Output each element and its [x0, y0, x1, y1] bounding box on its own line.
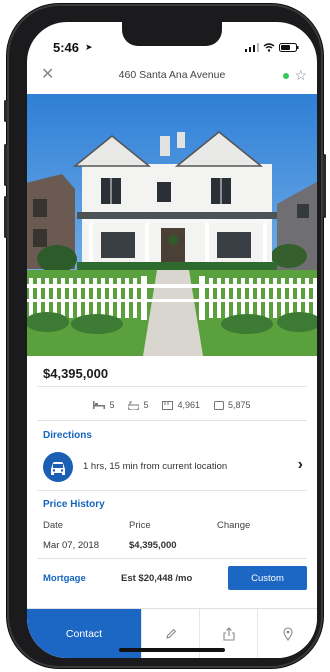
directions-row[interactable]: 1 hrs, 15 min from current location ›: [37, 450, 307, 486]
screen: 5:46 ➤ ✕ 460 Santa Ana Avenue ☆ $4,395,0…: [27, 22, 317, 658]
bath-icon: [128, 401, 140, 410]
directions-text: 1 hrs, 15 min from current location: [83, 461, 228, 472]
listing-price: $4,395,000: [43, 366, 109, 381]
pencil-icon: [165, 628, 176, 639]
wifi-icon: [263, 43, 275, 52]
phone-frame: 5:46 ➤ ✕ 460 Santa Ana Avenue ☆ $4,395,0…: [4, 4, 326, 668]
nav-bar: ✕ 460 Santa Ana Avenue ☆: [27, 62, 317, 92]
home-indicator[interactable]: [119, 648, 225, 652]
history-price: $4,395,000: [129, 540, 177, 551]
volume-up-button: [4, 144, 7, 186]
custom-button[interactable]: Custom: [228, 566, 307, 590]
divider: [37, 490, 307, 491]
history-date: Mar 07, 2018: [43, 540, 99, 551]
notch: [122, 22, 222, 46]
beds-value: 5: [109, 400, 115, 410]
column-header-date: Date: [43, 520, 64, 531]
battery-icon: [279, 43, 299, 52]
beds-stat: 5: [93, 400, 114, 410]
volume-down-button: [4, 196, 7, 238]
mortgage-title: Mortgage: [43, 573, 86, 584]
location-pin-icon: [282, 627, 293, 641]
location-button[interactable]: [257, 609, 317, 658]
divider: [37, 386, 307, 387]
status-time: 5:46: [53, 40, 80, 55]
mortgage-estimate: Est $20,448 /mo: [121, 573, 193, 584]
car-icon: [43, 452, 73, 482]
share-icon: [222, 627, 235, 641]
sqft-stat: 4,961: [162, 400, 200, 410]
bed-icon: [93, 401, 106, 409]
divider: [37, 420, 307, 421]
star-outline-icon[interactable]: ☆: [294, 66, 307, 84]
baths-stat: 5: [128, 400, 148, 410]
mute-switch: [4, 100, 7, 122]
location-arrow-icon: ➤: [85, 42, 93, 52]
house-photo-illustration: [27, 94, 317, 356]
column-header-price: Price: [129, 520, 151, 531]
column-header-change: Change: [217, 520, 251, 531]
listing-stats: 5 5 4,961 5,875: [27, 400, 317, 410]
ruler-icon: [162, 400, 174, 410]
sqft-value: 4,961: [177, 400, 201, 410]
directions-title: Directions: [43, 430, 92, 441]
page-title: 460 Santa Ana Avenue: [118, 69, 226, 81]
price-history-title: Price History: [43, 499, 105, 510]
baths-value: 5: [143, 400, 149, 410]
status-dot: [283, 73, 289, 79]
lot-stat: 5,875: [214, 400, 251, 410]
divider: [37, 558, 307, 559]
property-photo[interactable]: [27, 94, 317, 356]
lot-value: 5,875: [228, 400, 251, 410]
chevron-right-icon: ›: [297, 456, 303, 473]
power-button: [323, 154, 326, 218]
signal-icon: [245, 43, 259, 52]
lot-size-icon: [214, 400, 225, 410]
